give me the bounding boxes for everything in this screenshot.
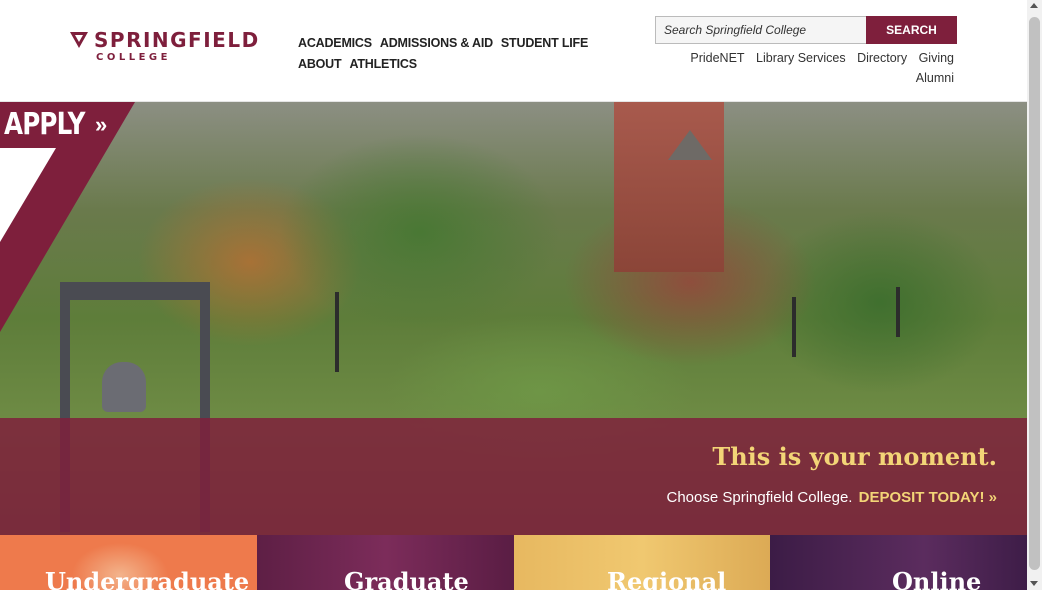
search-form: SEARCH (655, 16, 957, 44)
tile-regional[interactable]: Regional (514, 535, 770, 590)
logo-title: SPRINGFIELD (94, 28, 260, 52)
hero-headline: This is your moment. (712, 442, 997, 471)
util-giving[interactable]: Giving (919, 51, 954, 65)
search-button[interactable]: SEARCH (866, 16, 957, 44)
tile-graduate[interactable]: Graduate (257, 535, 514, 590)
util-alumni[interactable]: Alumni (916, 71, 954, 85)
deposit-today-label: DEPOSIT TODAY! (858, 489, 985, 506)
scroll-down-arrow-icon[interactable] (1030, 581, 1038, 586)
program-tiles: Undergraduate Graduate Regional Online (0, 535, 1027, 590)
tile-label: Undergraduate (45, 567, 250, 590)
apply-label[interactable]: APPLY (4, 108, 85, 142)
tile-online[interactable]: Online (770, 535, 1027, 590)
tile-label: Regional (607, 567, 727, 590)
nav-athletics[interactable]: ATHLETICS (349, 53, 417, 75)
utility-navigation: PrideNET Library Services Directory Givi… (655, 48, 954, 88)
lamp-post (792, 297, 796, 357)
site-header: SPRINGFIELD COLLEGE ACADEMICS ADMISSIONS … (0, 0, 1027, 102)
nav-admissions-aid[interactable]: ADMISSIONS & AID (380, 32, 493, 54)
springfield-college-logo[interactable]: SPRINGFIELD COLLEGE (70, 30, 280, 64)
hero-tagline: Choose Springfield College. (666, 489, 853, 506)
chevron-logo-icon (70, 32, 88, 48)
moment-overlay: This is your moment. Choose Springfield … (0, 418, 1027, 535)
tile-label: Online (892, 567, 982, 590)
main-navigation: ACADEMICS ADMISSIONS & AID STUDENT LIFE ABO… (298, 33, 628, 75)
campus-tower-image (614, 102, 724, 272)
lamp-post (335, 292, 339, 372)
hero-tagline-line: Choose Springfield College. DEPOSIT TODA… (667, 488, 998, 508)
nav-academics[interactable]: ACADEMICS (298, 32, 372, 54)
tower-roof-image (668, 130, 712, 160)
tile-label: Graduate (344, 567, 469, 590)
hero-banner: APPLY » This is your moment. Choose Spri… (0, 102, 1027, 535)
logo-subtitle: COLLEGE (96, 52, 171, 63)
util-directory[interactable]: Directory (857, 51, 907, 65)
double-chevron-right-icon: » (95, 112, 108, 137)
double-chevron-right-icon: » (988, 489, 997, 506)
bell-image (102, 362, 146, 412)
util-pridenet[interactable]: PrideNET (690, 51, 744, 65)
page: SPRINGFIELD COLLEGE ACADEMICS ADMISSIONS … (0, 0, 1042, 590)
scroll-thumb[interactable] (1029, 17, 1040, 570)
nav-about[interactable]: ABOUT (298, 53, 342, 75)
scroll-up-arrow-icon[interactable] (1030, 3, 1038, 8)
nav-student-life[interactable]: STUDENT LIFE (501, 32, 588, 54)
search-input[interactable] (655, 16, 866, 44)
tile-undergraduate[interactable]: Undergraduate (0, 535, 257, 590)
deposit-today-link[interactable]: DEPOSIT TODAY! » (859, 489, 997, 506)
util-library-services[interactable]: Library Services (756, 51, 846, 65)
lamp-post (896, 287, 900, 337)
vertical-scrollbar[interactable] (1027, 0, 1042, 590)
